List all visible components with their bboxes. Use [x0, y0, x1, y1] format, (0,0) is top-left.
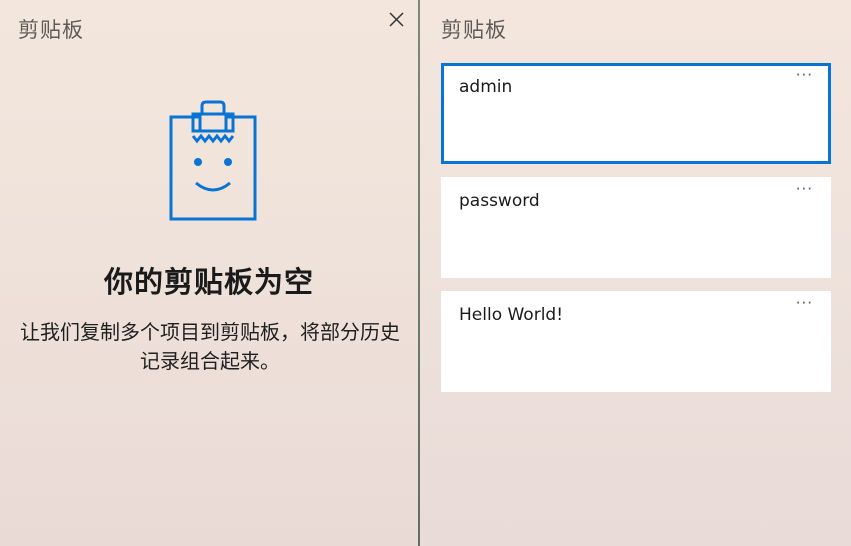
- clipboard-item[interactable]: admin ···: [441, 63, 831, 164]
- clipboard-item-text: admin: [459, 77, 513, 97]
- more-options-icon[interactable]: ···: [796, 294, 813, 312]
- panel-title: 剪贴板: [18, 18, 84, 42]
- panel-title: 剪贴板: [441, 18, 507, 42]
- close-button[interactable]: [382, 6, 410, 34]
- clipboard-item[interactable]: Hello World! ···: [441, 291, 831, 392]
- empty-clipboard-icon: [169, 100, 257, 221]
- more-options-icon[interactable]: ···: [796, 180, 813, 198]
- clipboard-panel-empty: 剪贴板 你的剪贴板为空 让我们复制多个项目到剪贴板，将部分历史记录组合起来。: [0, 0, 418, 546]
- clipboard-panel-history: 剪贴板 admin ··· password ··· Hello World! …: [420, 0, 851, 546]
- more-options-icon[interactable]: ···: [796, 66, 813, 84]
- clipboard-item-text: Hello World!: [459, 305, 564, 325]
- clipboard-item-text: password: [459, 191, 540, 211]
- close-icon: [389, 12, 404, 27]
- empty-heading: 你的剪贴板为空: [103, 265, 314, 299]
- empty-description: 让我们复制多个项目到剪贴板，将部分历史记录组合起来。: [20, 320, 400, 373]
- clipboard-item[interactable]: password ···: [441, 177, 831, 278]
